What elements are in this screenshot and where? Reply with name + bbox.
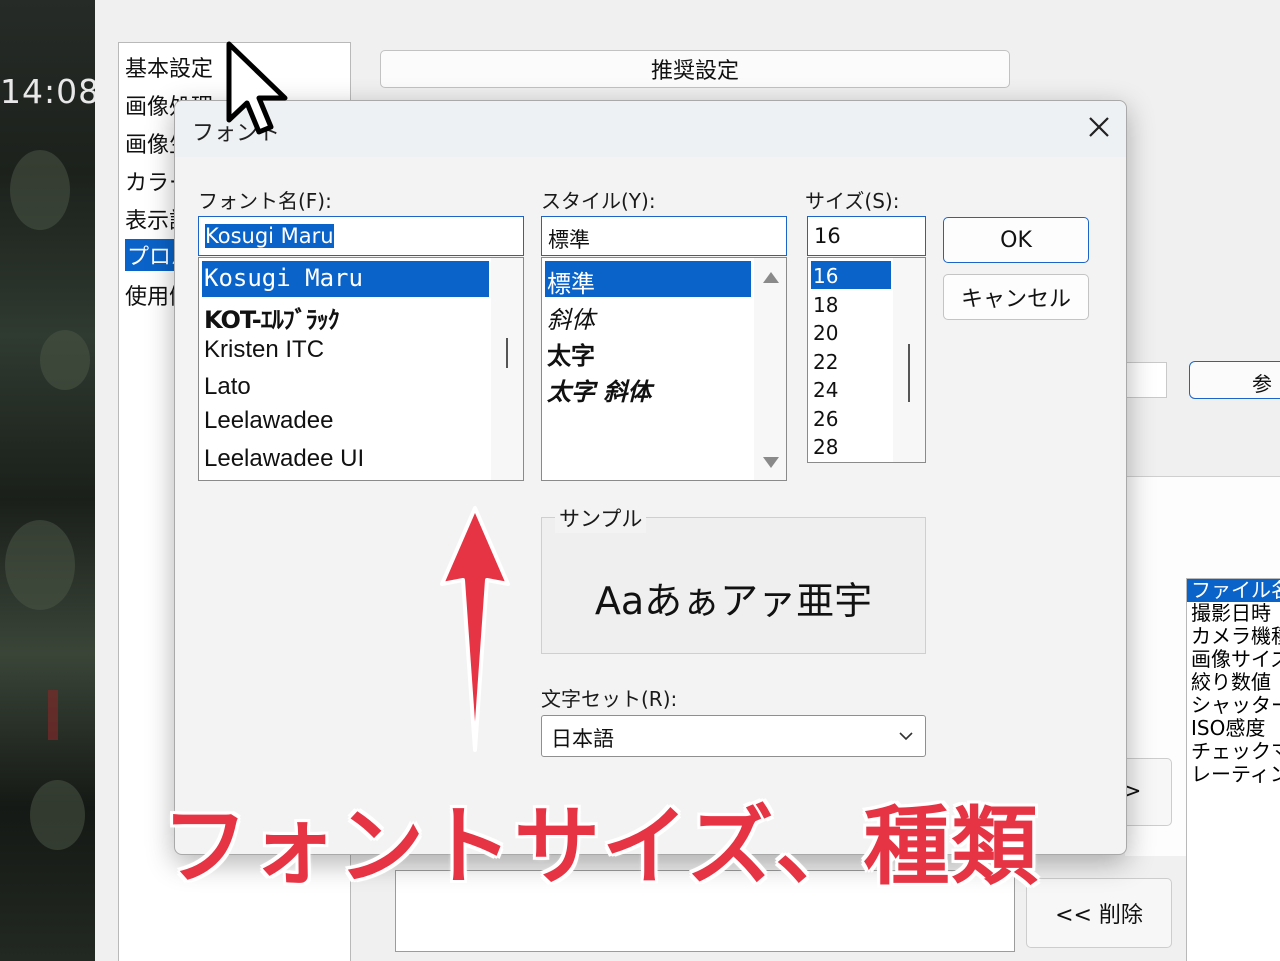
token-item[interactable]: ファイル名 bbox=[1187, 579, 1280, 602]
token-item[interactable]: 絞り数値 bbox=[1187, 671, 1280, 694]
style-list-scrollbar[interactable] bbox=[754, 258, 786, 480]
size-list-item[interactable]: 18 bbox=[811, 290, 838, 318]
close-icon[interactable] bbox=[1085, 113, 1113, 141]
size-list-item[interactable]: 16 bbox=[811, 261, 891, 289]
annotation-arrow-icon bbox=[440, 506, 510, 752]
style-input[interactable]: 標準 bbox=[541, 216, 787, 256]
path-field[interactable] bbox=[1125, 362, 1167, 398]
scroll-thumb[interactable] bbox=[908, 344, 910, 402]
font-list-item[interactable]: Leelawadee UI bbox=[202, 442, 364, 478]
cancel-button[interactable]: キャンセル bbox=[943, 274, 1089, 320]
size-list-item[interactable]: 24 bbox=[811, 375, 838, 403]
token-item[interactable]: シャッター速度 bbox=[1187, 694, 1280, 717]
font-list-item[interactable]: Lato bbox=[202, 370, 251, 406]
style-list[interactable]: 標準 斜体 太字 太字 斜体 bbox=[541, 257, 787, 481]
size-list-item[interactable]: 26 bbox=[811, 404, 838, 432]
font-list-item[interactable]: Leelawadee bbox=[202, 404, 333, 440]
ok-button[interactable]: OK bbox=[943, 217, 1089, 263]
mouse-cursor-icon bbox=[226, 41, 288, 135]
size-label: サイズ(S): bbox=[805, 189, 900, 213]
token-item[interactable]: 撮影日時 bbox=[1187, 602, 1280, 625]
size-input[interactable]: 16 bbox=[807, 216, 926, 256]
sample-text: Aaあぁアァ亜宇 bbox=[594, 579, 873, 623]
chevron-down-icon bbox=[899, 732, 913, 741]
reference-button[interactable]: 参照 bbox=[1189, 361, 1280, 399]
style-list-item[interactable]: 標準 bbox=[545, 261, 751, 298]
font-name-label: フォント名(F): bbox=[198, 189, 332, 213]
size-list-item[interactable]: 22 bbox=[811, 347, 838, 375]
background-photo: 14:08: bbox=[0, 0, 111, 961]
font-name-value: Kosugi Maru bbox=[205, 224, 334, 248]
size-list-item[interactable]: 20 bbox=[811, 318, 838, 346]
style-label: スタイル(Y): bbox=[541, 189, 656, 213]
annotation-caption: フォントサイズ、種類 bbox=[162, 797, 1040, 897]
token-item[interactable]: ISO感度 bbox=[1187, 717, 1280, 740]
font-list-item[interactable]: Kosugi Maru bbox=[202, 261, 489, 297]
font-list-scrollbar[interactable] bbox=[491, 258, 523, 480]
scroll-up-arrow-icon[interactable] bbox=[763, 272, 779, 283]
font-list-item[interactable]: KOT-ｴﾙﾌﾞﾗｯｸ bbox=[202, 297, 340, 334]
size-list-item[interactable]: 28 bbox=[811, 432, 838, 460]
token-list[interactable]: ファイル名 撮影日時 カメラ機種 画像サイズ 絞り数値 シャッター速度 ISO感… bbox=[1186, 578, 1280, 961]
nav-item-basic[interactable]: 基本設定 bbox=[125, 51, 213, 83]
sample-preview: Aaあぁアァ亜宇 bbox=[541, 517, 926, 654]
token-item[interactable]: レーティング bbox=[1187, 763, 1280, 786]
style-list-item[interactable]: 斜体 bbox=[545, 297, 595, 334]
font-name-list[interactable]: Kosugi Maru KOT-ｴﾙﾌﾞﾗｯｸ Kristen ITC Lato… bbox=[198, 257, 524, 481]
charset-value: 日本語 bbox=[551, 727, 614, 751]
style-list-item[interactable]: 太字 bbox=[545, 333, 595, 370]
scroll-down-arrow-icon[interactable] bbox=[763, 457, 779, 468]
style-list-item[interactable]: 太字 斜体 bbox=[545, 369, 651, 406]
sample-label: サンプル bbox=[555, 503, 647, 533]
dialog-titlebar[interactable]: フォント bbox=[175, 101, 1126, 157]
scroll-thumb[interactable] bbox=[506, 338, 508, 368]
token-item[interactable]: チェックマーク bbox=[1187, 740, 1280, 763]
recommended-settings-button[interactable]: 推奨設定 bbox=[380, 50, 1010, 88]
font-name-input[interactable]: Kosugi Maru bbox=[198, 216, 524, 256]
font-dialog: フォント フォント名(F): Kosugi Maru Kosugi Maru K… bbox=[174, 100, 1127, 855]
charset-select[interactable]: 日本語 bbox=[541, 715, 926, 757]
size-list[interactable]: 16 18 20 22 24 26 28 bbox=[807, 257, 926, 463]
token-item[interactable]: 画像サイズ bbox=[1187, 648, 1280, 671]
token-item[interactable]: カメラ機種 bbox=[1187, 625, 1280, 648]
charset-label: 文字セット(R): bbox=[541, 687, 678, 711]
delete-button[interactable]: << 削除 bbox=[1026, 878, 1172, 948]
size-list-scrollbar[interactable] bbox=[893, 258, 925, 462]
font-list-item[interactable]: Kristen ITC bbox=[202, 333, 324, 369]
